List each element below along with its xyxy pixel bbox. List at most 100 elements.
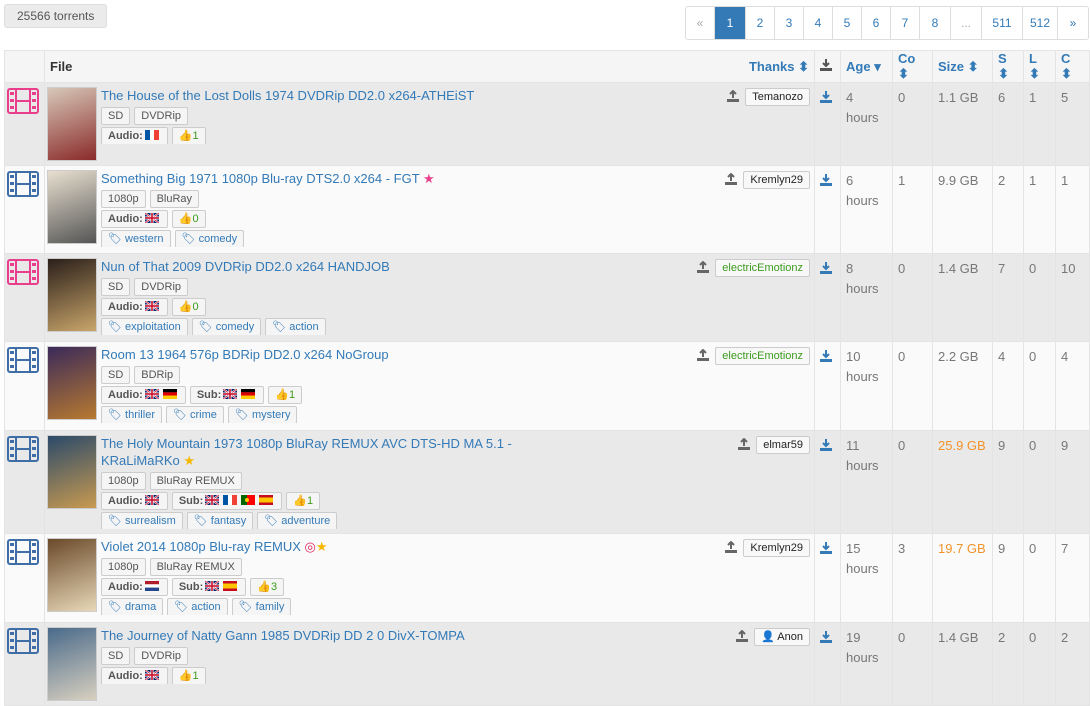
page-7[interactable]: 7 [890,7,919,39]
thumbs-up-icon: 👍 [275,388,289,401]
poster-image[interactable] [47,87,97,161]
genre-tag[interactable]: 🏷 thriller [101,405,162,423]
genre-tag[interactable]: 🏷 crime [165,405,224,423]
genre-tag[interactable]: 🏷 mystery [227,405,298,423]
poster-image[interactable] [47,346,97,420]
torrent-title-link[interactable]: Nun of That 2009 DVDRip DD2.0 x264 HANDJ… [101,259,390,274]
leechers-cell: 0 [1023,533,1056,623]
genre-tag[interactable]: 🏷 comedy [191,317,262,335]
genre-tag[interactable]: 🏷 comedy [174,229,245,247]
uploader-name[interactable]: Temanozo [745,88,810,106]
thanks-badge[interactable]: 👍1 [171,126,206,144]
next-page-button[interactable]: » [1057,7,1088,39]
genre-tag[interactable]: 🏷 surrealism [101,511,183,529]
download-icon[interactable] [820,631,832,646]
prev-page-button[interactable]: « [686,7,714,39]
genre-tag[interactable]: 🏷 action [167,597,228,615]
col-size[interactable]: Size ⬍ [932,50,993,83]
uploader-name[interactable]: Kremlyn29 [743,171,810,189]
tag-icon: 🏷 [108,600,126,613]
download-icon[interactable] [820,91,832,106]
poster-image[interactable] [47,538,97,612]
film-category-icon[interactable] [7,539,39,568]
genre-tag[interactable]: 🏷 western [101,229,171,247]
s-header-label: S [998,51,1007,66]
col-co[interactable]: Co ⬍ [892,50,933,83]
flag-es-icon [223,580,238,591]
download-icon[interactable] [820,350,832,365]
uploader-name[interactable]: electricEmotionz [715,259,810,277]
genre-tag[interactable]: 🏷 family [231,597,292,615]
torrent-title-link[interactable]: Room 13 1964 576p BDRip DD2.0 x264 NoGro… [101,347,389,362]
completed-cell: 2 [1055,622,1090,706]
thanks-count: 1 [306,494,314,507]
film-category-icon[interactable] [7,628,39,657]
film-category-icon[interactable] [7,436,39,465]
col-age[interactable]: Age ▾ [840,50,893,83]
download-icon[interactable] [820,542,832,557]
col-file: File Thanks ⬍ [44,50,815,83]
seeders-cell: 2 [992,165,1024,254]
page-2[interactable]: 2 [745,7,774,39]
torrent-title-link[interactable]: Something Big 1971 1080p Blu-ray DTS2.0 … [101,171,419,186]
sort-icon: ⬍ [998,66,1009,81]
genre-tag[interactable]: 🏷 adventure [257,511,338,529]
category-cell [4,622,45,706]
torrent-title-link[interactable]: The House of the Lost Dolls 1974 DVDRip … [101,88,474,103]
page-5[interactable]: 5 [832,7,861,39]
table-header: File Thanks ⬍ Age ▾ Co ⬍ Size ⬍ S ⬍ L ⬍ … [4,50,1090,83]
uploader-name[interactable]: electricEmotionz [715,347,810,365]
page-4[interactable]: 4 [803,7,832,39]
page-6[interactable]: 6 [861,7,890,39]
genre-tag[interactable]: 🏷 fantasy [186,511,254,529]
download-icon[interactable] [820,262,832,277]
col-completed[interactable]: C ⬍ [1055,50,1090,83]
page-511[interactable]: 511 [981,7,1022,39]
poster-image[interactable] [47,627,97,701]
tag-icon: 🏷 [108,232,126,245]
thanks-badge[interactable]: 👍0 [171,297,206,316]
genre-label: fantasy [210,514,247,527]
size-cell: 2.2 GB [932,341,993,431]
torrent-title-link[interactable]: The Journey of Natty Gann 1985 DVDRip DD… [101,628,465,643]
thanks-badge[interactable]: 👍1 [268,385,303,404]
torrent-title-link[interactable]: The Holy Mountain 1973 1080p BluRay REMU… [101,436,512,468]
uploader-name[interactable]: elmar59 [756,436,810,454]
col-seeders[interactable]: S ⬍ [992,50,1024,83]
torrent-title-link[interactable]: Violet 2014 1080p Blu-ray REMUX [101,539,301,554]
page-ellipsis: ... [950,7,981,39]
download-icon[interactable] [820,174,832,189]
film-category-icon[interactable] [7,259,39,288]
genre-tag[interactable]: 🏷 drama [101,597,164,615]
poster-image[interactable] [47,258,97,332]
target-icon: ◎ [300,539,316,554]
genre-tag[interactable]: 🏷 exploitation [101,317,188,335]
thanks-badge[interactable]: 👍0 [171,209,206,228]
poster-image[interactable] [47,170,97,244]
film-category-icon[interactable] [7,88,39,117]
col-download [814,50,841,83]
thanks-badge[interactable]: 👍1 [286,491,321,510]
size-cell: 1.4 GB [932,622,993,706]
film-category-icon[interactable] [7,171,39,200]
torrent-info: Violet 2014 1080p Blu-ray REMUX ◎★ 1080p B… [101,538,812,615]
film-category-icon[interactable] [7,347,39,376]
page-512[interactable]: 512 [1022,7,1057,39]
seeders-cell: 9 [992,533,1024,623]
uploader-name[interactable]: Kremlyn29 [743,539,810,557]
download-icon[interactable] [820,439,832,454]
leechers-cell: 0 [1023,430,1056,534]
thanks-badge[interactable]: 👍3 [250,577,285,596]
thanks-badge[interactable]: 👍1 [171,666,206,684]
page-3[interactable]: 3 [774,7,803,39]
poster-image[interactable] [47,435,97,509]
thanks-header[interactable]: Thanks ⬍ [749,59,809,75]
genre-tag[interactable]: 🏷 action [265,317,326,335]
page-8[interactable]: 8 [919,7,950,39]
download-cell [814,430,841,534]
col-leechers[interactable]: L ⬍ [1023,50,1056,83]
uploader-name[interactable]: 👤 Anon [754,628,810,646]
thanks-count: 1 [288,388,296,401]
page-1[interactable]: 1 [714,7,745,39]
flag-de-icon [241,388,256,399]
